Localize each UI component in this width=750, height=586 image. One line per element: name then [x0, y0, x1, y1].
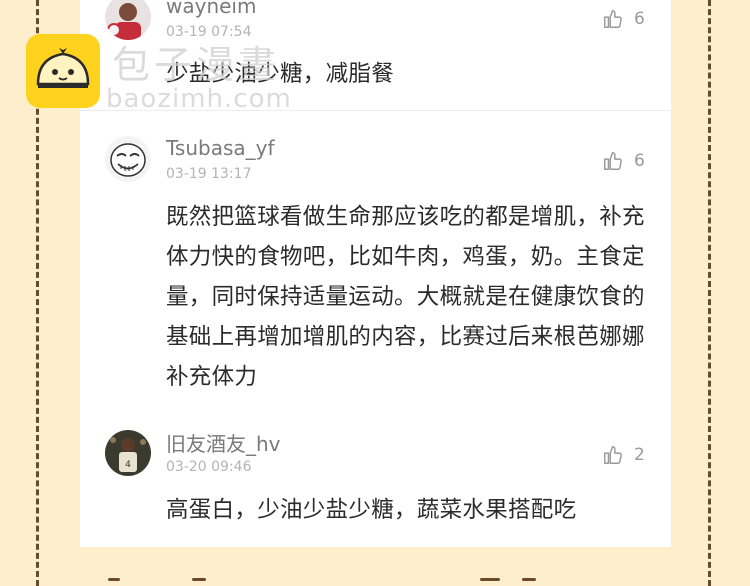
comment-text: 既然把篮球看做生命那应该吃的都是增肌，补充体力快的食物吧，比如牛肉，鸡蛋，奶。主… [166, 204, 645, 390]
comment-time: 03-20 09:46 [166, 459, 252, 475]
like-button[interactable]: 6 [602, 8, 645, 30]
comment-item: Tsubasa_yf 03-19 13:17 6 既然把篮球看做生命那应该吃的都… [80, 110, 671, 400]
smiling-face-avatar-icon [105, 136, 151, 182]
watermark-title: 包子漫畫 [112, 43, 281, 87]
bottom-decoration [100, 574, 660, 586]
username[interactable]: 旧友酒友_hv [166, 428, 281, 457]
basketball-player-avatar-icon: 4 [105, 430, 151, 476]
user-avatar[interactable]: 4 [105, 430, 151, 476]
like-button[interactable]: 2 [602, 444, 645, 466]
username[interactable]: Tsubasa_yf [166, 136, 275, 160]
bun-logo-icon [26, 34, 100, 108]
svg-text:4: 4 [125, 460, 131, 470]
comment-item: 4 旧友酒友_hv 03-20 09:46 2 高蛋白，少油少盐少糖，蔬菜水果搭… [80, 400, 671, 547]
comic-page-frame: wayneim 03-19 07:54 6 少盐少油少糖，减脂餐 Tsubasa… [0, 0, 750, 586]
like-button[interactable]: 6 [602, 150, 645, 172]
like-count: 2 [634, 445, 645, 465]
comment-time: 03-19 13:17 [166, 166, 252, 182]
comment-text: 高蛋白，少油少盐少糖，蔬菜水果搭配吃 [166, 497, 577, 523]
watermark-url: baozimh.com [106, 84, 292, 114]
thumbs-up-icon [604, 10, 622, 28]
username[interactable]: wayneim [166, 0, 256, 18]
right-dashed-border [708, 0, 711, 586]
user-avatar[interactable] [105, 136, 151, 182]
thumbs-up-icon [604, 152, 622, 170]
like-count: 6 [634, 151, 645, 171]
thumbs-up-icon [604, 446, 622, 464]
like-count: 6 [634, 9, 645, 29]
